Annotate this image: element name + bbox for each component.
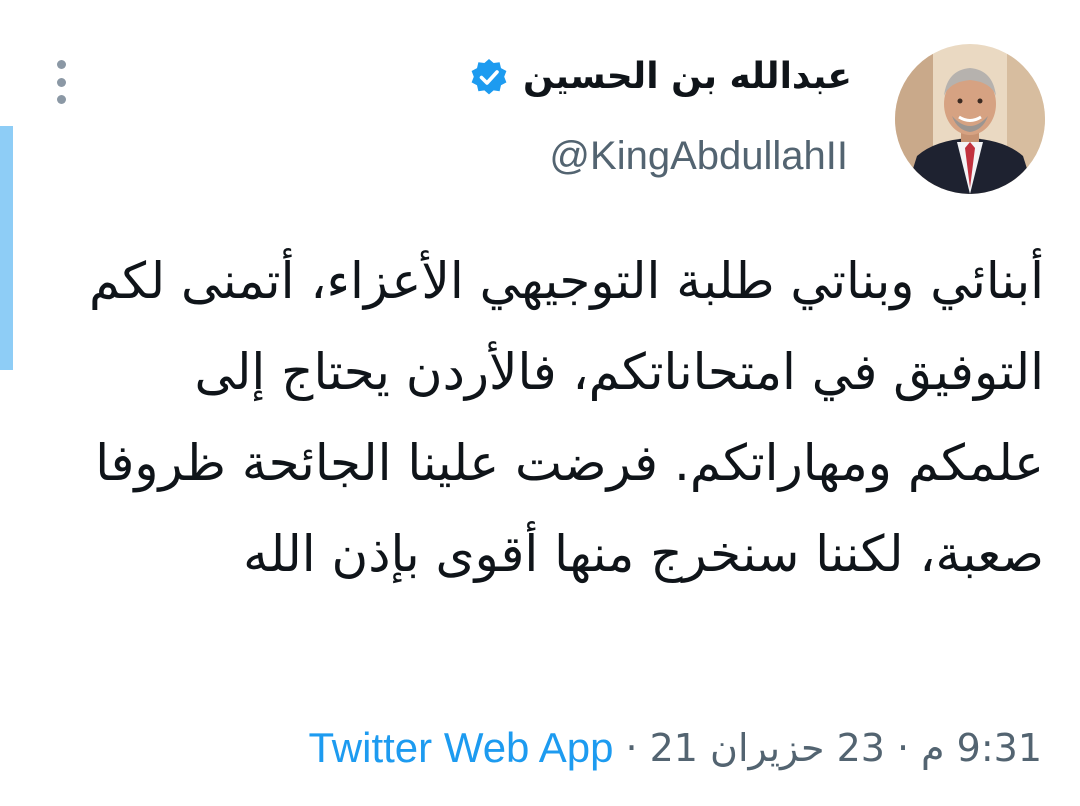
author-handle[interactable]: @KingAbdullahII: [549, 132, 848, 180]
meta-separator: ·: [896, 726, 910, 770]
tweet-text: أبنائي وبناتي طلبة التوجيهي الأعزاء، أتم…: [88, 252, 1044, 583]
tweet-date[interactable]: 23 حزيران 21: [650, 726, 885, 770]
author-display-name: عبدالله بن الحسين: [523, 56, 852, 97]
profile-photo: [895, 44, 1045, 194]
avatar[interactable]: [895, 44, 1045, 194]
tweet-source-link[interactable]: Twitter Web App: [308, 724, 613, 772]
tweet-meta: 9:31 م · 23 حزيران 21 · Twitter Web App: [308, 718, 1042, 778]
tweet-time[interactable]: 9:31 م: [921, 726, 1042, 770]
scroll-indicator: [0, 126, 13, 370]
author-name-row[interactable]: عبدالله بن الحسين: [469, 52, 852, 102]
more-options-button[interactable]: [48, 60, 74, 104]
more-vertical-icon: [56, 60, 66, 69]
verified-badge-icon: [471, 59, 507, 95]
meta-separator: ·: [625, 726, 638, 770]
